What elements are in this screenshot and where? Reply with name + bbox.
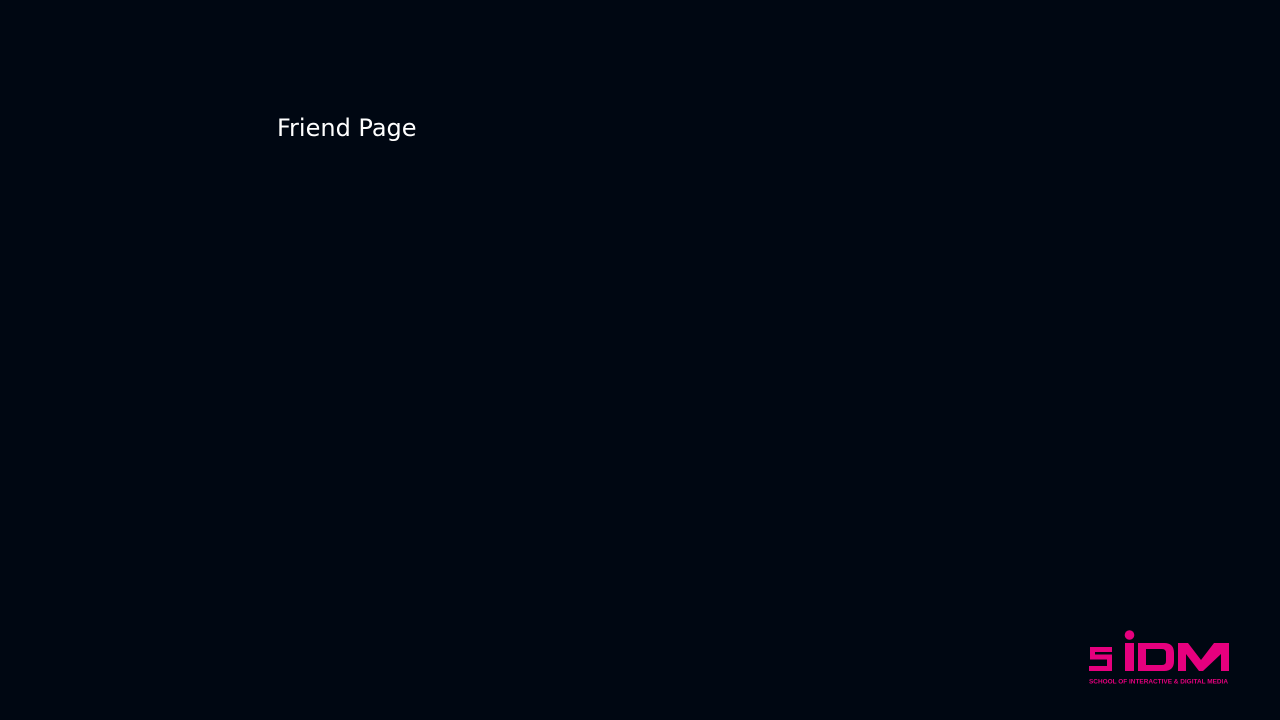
page-title: Friend Page (277, 114, 417, 142)
sidm-logo: SCHOOL OF INTERACTIVE & DIGITAL MEDIA (1088, 630, 1230, 686)
logo-tagline: SCHOOL OF INTERACTIVE & DIGITAL MEDIA (1089, 679, 1229, 686)
